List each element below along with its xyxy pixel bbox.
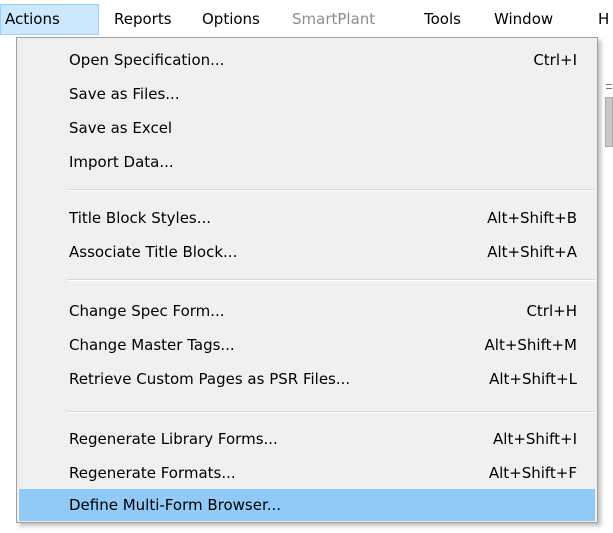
menu-item-label: Regenerate Library Forms...: [69, 430, 278, 448]
menu-item-label: Save as Files...: [69, 85, 180, 103]
menu-item-associate-title-block[interactable]: Associate Title Block... Alt+Shift+A: [19, 236, 595, 268]
menu-item-shortcut: Ctrl+H: [526, 302, 577, 320]
menu-item-save-as-excel[interactable]: Save as Excel: [19, 112, 595, 144]
menu-item-define-multi-form-browser[interactable]: Define Multi-Form Browser...: [19, 489, 595, 521]
background-window-marker: [606, 84, 612, 89]
menu-window[interactable]: Window: [490, 4, 557, 35]
menu-item-label: Associate Title Block...: [69, 243, 238, 261]
menu-item-label: Change Master Tags...: [69, 336, 235, 354]
menu-separator: [67, 279, 595, 281]
menu-item-change-spec-form[interactable]: Change Spec Form... Ctrl+H: [19, 295, 595, 327]
menu-separator: [67, 189, 595, 191]
menu-item-label: Retrieve Custom Pages as PSR Files...: [69, 370, 351, 388]
menu-bar: Actions Reports Options SmartPlant Tools…: [0, 0, 613, 38]
menu-item-label: Title Block Styles...: [69, 209, 212, 227]
menu-item-save-as-files[interactable]: Save as Files...: [19, 78, 595, 110]
menu-item-shortcut: Alt+Shift+F: [488, 464, 577, 482]
menu-item-label: Change Spec Form...: [69, 302, 225, 320]
menu-item-shortcut: Alt+Shift+A: [487, 243, 577, 261]
menu-item-label: Open Specification...: [69, 51, 225, 69]
menu-item-title-block-styles[interactable]: Title Block Styles... Alt+Shift+B: [19, 202, 595, 234]
menu-item-shortcut: Alt+Shift+I: [493, 430, 577, 448]
menu-item-shortcut: Alt+Shift+M: [484, 336, 577, 354]
menu-tools[interactable]: Tools: [420, 4, 465, 35]
menu-item-import-data[interactable]: Import Data...: [19, 146, 595, 178]
application-window: Actions Reports Options SmartPlant Tools…: [0, 0, 613, 533]
menu-item-regenerate-formats[interactable]: Regenerate Formats... Alt+Shift+F: [19, 457, 595, 489]
menu-item-label: Save as Excel: [69, 119, 173, 137]
menu-item-label: Import Data...: [69, 153, 174, 171]
menu-item-shortcut: Ctrl+I: [533, 51, 577, 69]
menu-item-shortcut: Alt+Shift+L: [489, 370, 577, 388]
menu-separator: [67, 411, 595, 413]
menu-reports[interactable]: Reports: [110, 4, 176, 35]
menu-item-open-specification[interactable]: Open Specification... Ctrl+I: [19, 44, 595, 76]
menu-smartplant: SmartPlant: [292, 10, 376, 28]
menu-item-shortcut: Alt+Shift+B: [487, 209, 577, 227]
menu-item-label: Regenerate Formats...: [69, 464, 236, 482]
menu-item-label: Define Multi-Form Browser...: [69, 496, 282, 514]
menu-help[interactable]: H: [594, 4, 613, 35]
menu-actions[interactable]: Actions: [0, 4, 99, 35]
menu-item-regenerate-library-forms[interactable]: Regenerate Library Forms... Alt+Shift+I: [19, 423, 595, 455]
menu-options[interactable]: Options: [198, 4, 264, 35]
background-scrollbar-thumb[interactable]: [605, 97, 613, 147]
menu-item-retrieve-custom-pages[interactable]: Retrieve Custom Pages as PSR Files... Al…: [19, 363, 595, 395]
actions-dropdown-menu: Open Specification... Ctrl+I Save as Fil…: [16, 37, 598, 523]
menu-item-change-master-tags[interactable]: Change Master Tags... Alt+Shift+M: [19, 329, 595, 361]
